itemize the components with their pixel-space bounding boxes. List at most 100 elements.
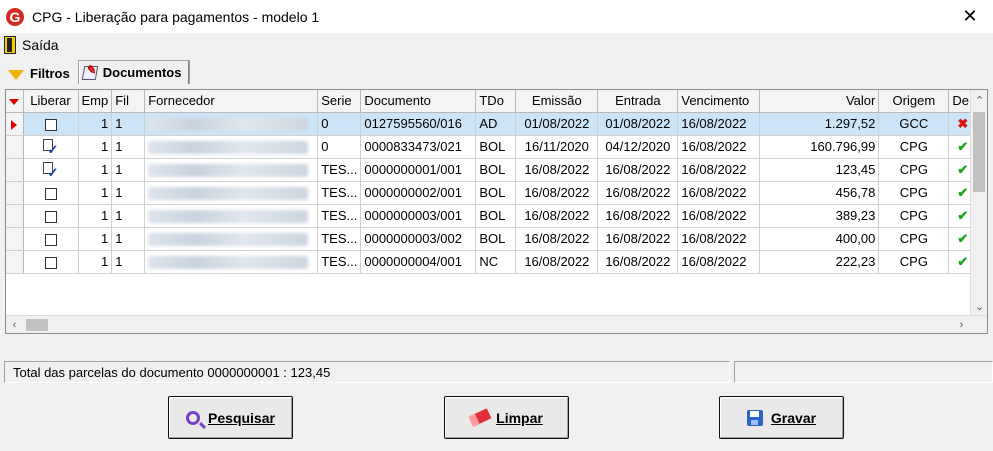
- close-button[interactable]: ✕: [947, 0, 993, 33]
- liberar-checkbox[interactable]: [44, 210, 57, 223]
- search-icon: [186, 410, 201, 425]
- status-total-text: Total das parcelas do documento 00000000…: [13, 364, 331, 380]
- cell-vencimento: 16/08/2022: [677, 204, 761, 228]
- col-entrada[interactable]: Entrada: [597, 90, 679, 113]
- cell-fornecedor: [144, 204, 319, 228]
- cell-liberar[interactable]: [23, 227, 79, 251]
- scroll-right-icon[interactable]: ›: [953, 316, 970, 333]
- cell-fornecedor: [144, 112, 319, 136]
- tab-filtros[interactable]: Filtros: [4, 62, 78, 84]
- row-indicator[interactable]: [6, 112, 24, 136]
- cell-fornecedor: [144, 158, 319, 182]
- cell-liberar[interactable]: ✓: [23, 158, 79, 182]
- cell-origem: CPG: [878, 227, 950, 251]
- cell-origem: CPG: [878, 158, 950, 182]
- menu-bar: Saída: [0, 34, 59, 56]
- cell-emissao: 16/08/2022: [515, 204, 599, 228]
- cell-emp: 1: [78, 227, 113, 251]
- search-button[interactable]: Pesquisar: [168, 396, 293, 439]
- cell-vencimento: 16/08/2022: [677, 181, 761, 205]
- cell-liberar[interactable]: [23, 112, 79, 136]
- cell-fil: 1: [111, 250, 146, 274]
- table-row[interactable]: 1 1 TES... 0000000003/001 BOL 16/08/2022 16/08…: [6, 204, 978, 228]
- cell-documento: 0000000002/001: [360, 181, 477, 205]
- col-valor[interactable]: Valor: [759, 90, 880, 113]
- redacted-supplier: [148, 118, 309, 132]
- window-title: CPG - Liberação para pagamentos - modelo…: [32, 8, 320, 25]
- clear-button[interactable]: Limpar: [444, 396, 569, 439]
- col-emissao[interactable]: Emissão: [515, 90, 599, 113]
- cell-liberar[interactable]: [23, 181, 79, 205]
- col-documento[interactable]: Documento: [360, 90, 477, 113]
- liberar-checkbox[interactable]: [44, 233, 57, 246]
- col-origem[interactable]: Origem: [878, 90, 950, 113]
- cell-fornecedor: [144, 135, 319, 159]
- documents-grid[interactable]: Liberar Emp Fil Fornecedor Serie Documen…: [5, 89, 988, 334]
- cell-liberar[interactable]: ✓: [23, 135, 79, 159]
- table-row[interactable]: 1 1 TES... 0000000004/001 NC 16/08/2022 16/08/…: [6, 250, 978, 274]
- cell-entrada: 16/08/2022: [597, 181, 679, 205]
- hscroll-thumb[interactable]: [26, 319, 48, 331]
- col-vencimento[interactable]: Vencimento: [677, 90, 761, 113]
- cell-fornecedor: [144, 181, 319, 205]
- released-document-icon[interactable]: ✓: [42, 138, 59, 157]
- redacted-supplier: [148, 210, 309, 224]
- row-indicator[interactable]: [6, 204, 24, 228]
- redacted-supplier: [148, 256, 309, 270]
- title-bar: G CPG - Liberação para pagamentos - mode…: [0, 0, 993, 33]
- liberar-checkbox[interactable]: [44, 256, 57, 269]
- liberar-checkbox[interactable]: [44, 118, 57, 131]
- document-edit-icon: [81, 65, 98, 80]
- cell-tdo: AD: [475, 112, 517, 136]
- tab-strip: Filtros Documentos: [4, 60, 191, 84]
- documents-table: Liberar Emp Fil Fornecedor Serie Documen…: [6, 90, 978, 274]
- table-row[interactable]: 1 1 0 0127595560/016 AD 01/08/2022 01/08/2022 1…: [6, 112, 978, 136]
- row-indicator[interactable]: [6, 135, 24, 159]
- scroll-left-icon[interactable]: ‹: [6, 316, 23, 333]
- table-row[interactable]: ✓ 1 1 TES... 0000000001/001 BOL 16/08/2022 16/0…: [6, 158, 978, 182]
- cell-fil: 1: [111, 112, 146, 136]
- cell-entrada: 16/08/2022: [597, 158, 679, 182]
- col-serie[interactable]: Serie: [317, 90, 362, 113]
- cell-valor: 1.297,52: [759, 112, 880, 136]
- cell-vencimento: 16/08/2022: [677, 135, 761, 159]
- cell-emissao: 16/11/2020: [515, 135, 599, 159]
- released-document-icon[interactable]: ✓: [42, 161, 59, 180]
- cell-liberar[interactable]: [23, 204, 79, 228]
- cell-emp: 1: [78, 158, 113, 182]
- table-row[interactable]: ✓ 1 1 0 0000833473/021 BOL 16/11/2020 04/12/202…: [6, 135, 978, 159]
- cell-valor: 389,23: [759, 204, 880, 228]
- horizontal-scrollbar[interactable]: ‹ ›: [6, 315, 987, 333]
- cell-serie: TES...: [317, 204, 362, 228]
- cell-liberar[interactable]: [23, 250, 79, 274]
- cell-emissao: 16/08/2022: [515, 250, 599, 274]
- table-row[interactable]: 1 1 TES... 0000000003/002 BOL 16/08/2022 16/08…: [6, 227, 978, 251]
- cell-emp: 1: [78, 250, 113, 274]
- redacted-supplier: [148, 141, 309, 155]
- col-fil[interactable]: Fil: [111, 90, 146, 113]
- tab-filtros-label: Filtros: [30, 65, 70, 81]
- cell-fil: 1: [111, 135, 146, 159]
- filter-icon: [8, 70, 24, 80]
- scroll-thumb[interactable]: [973, 112, 985, 192]
- row-indicator[interactable]: [6, 250, 24, 274]
- grid-header-row: Liberar Emp Fil Fornecedor Serie Documen…: [6, 90, 978, 113]
- col-liberar[interactable]: Liberar: [23, 90, 79, 113]
- col-fornecedor[interactable]: Fornecedor: [144, 90, 319, 113]
- scroll-up-icon[interactable]: ⌃: [971, 92, 987, 110]
- vertical-scrollbar[interactable]: ⌃ ⌄: [970, 90, 987, 316]
- scroll-down-icon[interactable]: ⌄: [971, 298, 987, 316]
- menu-item-exit[interactable]: Saída: [22, 37, 59, 53]
- table-row[interactable]: 1 1 TES... 0000000002/001 BOL 16/08/2022 16/08…: [6, 181, 978, 205]
- row-indicator[interactable]: [6, 181, 24, 205]
- liberar-checkbox[interactable]: [44, 187, 57, 200]
- col-emp[interactable]: Emp: [78, 90, 113, 113]
- sort-indicator[interactable]: [6, 90, 24, 113]
- row-indicator[interactable]: [6, 158, 24, 182]
- row-indicator[interactable]: [6, 227, 24, 251]
- save-button[interactable]: Gravar: [719, 396, 844, 439]
- col-tdo[interactable]: TDo: [475, 90, 517, 113]
- cell-emp: 1: [78, 204, 113, 228]
- cell-valor: 222,23: [759, 250, 880, 274]
- tab-documentos[interactable]: Documentos: [77, 60, 191, 84]
